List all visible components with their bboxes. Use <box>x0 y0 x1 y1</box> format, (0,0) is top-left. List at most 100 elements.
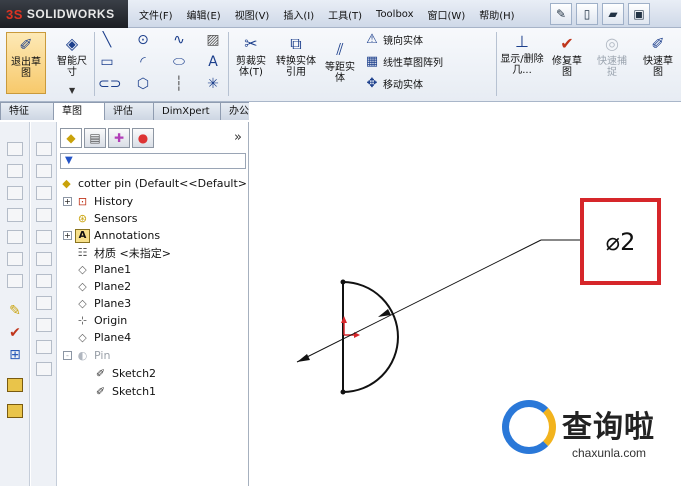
arc-tool-icon[interactable]: ◜ <box>134 54 152 70</box>
view-orientation-icon[interactable] <box>7 230 23 244</box>
ribbon-divider <box>496 32 497 96</box>
spline-tool-icon[interactable]: ∿ <box>170 32 188 48</box>
tree-item-pin[interactable]: - ◐ Pin <box>63 347 110 364</box>
menu-help[interactable]: 帮助(H) <box>472 7 521 22</box>
menu-tools[interactable]: 工具(T) <box>321 7 369 22</box>
tree-item-sketch1[interactable]: ✐ Sketch1 <box>93 383 156 400</box>
sketch-arc[interactable] <box>342 281 399 393</box>
menu-insert[interactable]: 插入(I) <box>276 7 321 22</box>
tree-item-material[interactable]: ☷ 材质 <未指定> <box>75 244 171 261</box>
tree-item-plane1[interactable]: ◇ Plane1 <box>75 261 131 278</box>
expand-panel-icon[interactable]: » <box>234 130 242 145</box>
tree-item-origin[interactable]: ⊹ Origin <box>75 312 127 329</box>
repair-sketch-icon[interactable]: ✔ <box>7 326 23 340</box>
tab-evaluate[interactable]: 评估 <box>104 102 154 120</box>
move-entities-button[interactable]: ✥ 移动实体 <box>364 76 423 91</box>
menu-edit[interactable]: 编辑(E) <box>180 7 228 22</box>
smart-dimension-button[interactable]: ◈ 智能尺寸 <box>52 34 92 78</box>
rectangle-tool-icon[interactable]: ▭ <box>98 54 116 70</box>
property-manager-tab-icon[interactable]: ▤ <box>84 128 106 148</box>
tree-item-label: Annotations <box>94 229 161 242</box>
display-delete-relations-button[interactable]: ⊥ 显示/删除几... <box>499 32 545 76</box>
tab-sketch[interactable]: 草图 <box>53 102 105 120</box>
mirror-entities-button[interactable]: ⚠ 镜向实体 <box>364 32 423 47</box>
circle-tool-icon[interactable]: ⊙ <box>134 32 152 48</box>
rapid-sketch-button[interactable]: ✐ 快速草图 <box>638 34 678 78</box>
view-orientation-icon[interactable] <box>7 252 23 266</box>
plane-tool-icon[interactable]: ▨ <box>204 32 222 48</box>
view-orientation-icon[interactable] <box>7 208 23 222</box>
tab-dimxpert[interactable]: DimXpert <box>153 102 221 120</box>
point-tool-icon[interactable]: ✳ <box>204 76 222 92</box>
view-orientation-icon[interactable] <box>7 186 23 200</box>
trim-entities-label: 剪裁实体(T) <box>236 56 266 78</box>
offset-entities-button[interactable]: ⫽ 等距实体 <box>320 40 360 84</box>
disabled-tool-icon[interactable] <box>36 252 52 266</box>
tree-root-part[interactable]: ◆ cotter pin (Default<<Default> <box>59 175 247 192</box>
menu-window[interactable]: 窗口(W) <box>421 7 473 22</box>
tree-item-label: History <box>94 195 134 208</box>
polygon-tool-icon[interactable]: ⬡ <box>134 76 152 92</box>
quick-snaps-button[interactable]: ◎ 快速捕捉 <box>592 34 632 78</box>
exit-sketch-button[interactable]: ✐ 退出草图 <box>6 32 46 94</box>
repair-sketch-icon: ✔ <box>560 34 574 53</box>
slot-tool-icon[interactable]: ⊂⊃ <box>98 76 121 92</box>
configuration-manager-tab-icon[interactable]: ✚ <box>108 128 130 148</box>
sketch-pencil-icon[interactable]: ✎ <box>7 304 23 318</box>
disabled-tool-icon[interactable] <box>36 230 52 244</box>
tree-item-plane2[interactable]: ◇ Plane2 <box>75 278 131 295</box>
disabled-tool-icon[interactable] <box>36 274 52 288</box>
ellipse-tool-icon[interactable]: ⬭ <box>170 54 188 70</box>
expand-toggle-icon[interactable]: + <box>63 197 72 206</box>
tree-filter-input[interactable]: ▼ <box>60 153 246 169</box>
menu-file[interactable]: 文件(F) <box>132 7 180 22</box>
repair-sketch-button[interactable]: ✔ 修复草图 <box>547 34 587 78</box>
tree-item-plane4[interactable]: ◇ Plane4 <box>75 329 131 346</box>
disabled-tool-icon[interactable] <box>36 186 52 200</box>
feature-icon: ◐ <box>77 348 88 362</box>
trim-entities-button[interactable]: ✂ 剪裁实体(T) <box>231 34 271 78</box>
view-orientation-icon[interactable] <box>7 274 23 288</box>
text-tool-icon[interactable]: A <box>204 54 222 70</box>
exit-sketch-label: 退出草图 <box>11 57 41 79</box>
part-color-icon[interactable] <box>7 378 23 392</box>
tree-item-sensors[interactable]: ⊛ Sensors <box>75 210 138 227</box>
menu-toolbox[interactable]: Toolbox <box>369 9 421 20</box>
disabled-tool-icon[interactable] <box>36 362 52 376</box>
collapse-toggle-icon[interactable]: - <box>63 351 72 360</box>
tree-item-plane3[interactable]: ◇ Plane3 <box>75 295 131 312</box>
centerline-tool-icon[interactable]: ┆ <box>170 76 188 92</box>
sketch-point[interactable] <box>340 389 346 395</box>
part-color-icon[interactable] <box>7 404 23 418</box>
disabled-tool-icon[interactable] <box>36 142 52 156</box>
sketch-point[interactable] <box>340 279 346 285</box>
view-orientation-icon[interactable] <box>7 164 23 178</box>
disabled-tool-icon[interactable] <box>36 340 52 354</box>
new-document-icon[interactable]: ▯ <box>576 3 598 25</box>
solidworks-window: 3S SOLIDWORKS 文件(F) 编辑(E) 视图(V) 插入(I) 工具… <box>0 0 681 486</box>
feature-tree-tab-icon[interactable]: ◆ <box>60 128 82 148</box>
disabled-tool-icon[interactable] <box>36 318 52 332</box>
tree-item-label: Origin <box>94 314 128 327</box>
chevron-down-icon[interactable]: ▼ <box>69 86 75 95</box>
display-manager-tab-icon[interactable]: ● <box>132 128 154 148</box>
view-orientation-icon[interactable] <box>7 142 23 156</box>
menu-view[interactable]: 视图(V) <box>228 7 277 22</box>
relations-icon[interactable]: ⊞ <box>7 348 23 362</box>
save-icon[interactable]: ▣ <box>628 3 650 25</box>
dimension-leader-line[interactable] <box>296 239 542 363</box>
expand-toggle-icon[interactable]: + <box>63 231 72 240</box>
tab-features[interactable]: 特征 <box>0 102 54 120</box>
linear-pattern-button[interactable]: ▦ 线性草图阵列 <box>364 54 443 69</box>
disabled-tool-icon[interactable] <box>36 208 52 222</box>
tree-item-annotations[interactable]: + A Annotations <box>63 227 160 244</box>
line-tool-icon[interactable]: ╲ <box>98 32 116 48</box>
convert-entities-button[interactable]: ⧉ 转换实体引用 <box>274 34 318 78</box>
pin-icon[interactable]: ✎ <box>550 3 572 25</box>
tree-item-history[interactable]: + ⊡ History <box>63 193 133 210</box>
open-folder-icon[interactable]: ▰ <box>602 3 624 25</box>
disabled-tool-icon[interactable] <box>36 296 52 310</box>
disabled-tool-icon[interactable] <box>36 164 52 178</box>
tree-item-sketch2[interactable]: ✐ Sketch2 <box>93 365 156 382</box>
diameter-dimension-callout[interactable]: ⌀2 <box>580 198 661 285</box>
